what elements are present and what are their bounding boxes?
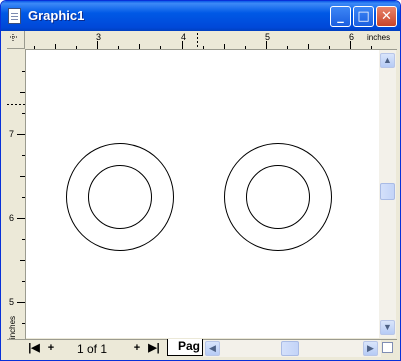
page-tab[interactable]: Pag [167, 339, 203, 356]
document-icon [8, 8, 21, 24]
first-page-button[interactable]: |◀ [27, 341, 41, 355]
scroll-left-button[interactable]: ◀ [205, 341, 220, 356]
ruler-left-tick: 7 [9, 129, 15, 139]
ruler-left-tick: 6 [9, 213, 15, 223]
drawing-canvas[interactable] [26, 50, 379, 338]
left-ring-shape[interactable] [66, 143, 174, 251]
window-title: Graphic1 [28, 8, 85, 23]
horizontal-scroll-thumb[interactable] [281, 341, 299, 356]
ruler-top-unit: inches [367, 33, 391, 42]
page-navigation-bar: |◀ + 1 of 1 + ▶| Pag ◀ ▶ [7, 339, 397, 357]
ruler-top-tick: 4 [181, 32, 187, 42]
ruler-top-tick: 3 [96, 32, 102, 42]
insert-page-after-button[interactable]: + [130, 341, 144, 355]
scroll-up-button[interactable]: ▲ [380, 53, 395, 68]
horizontal-ruler: 3 4 5 6 inches [7, 31, 397, 50]
vertical-scrollbar[interactable]: ▲ ▼ [379, 50, 396, 338]
size-grip-icon[interactable] [382, 342, 393, 353]
scroll-down-button[interactable]: ▼ [380, 320, 395, 335]
title-bar[interactable]: Graphic1 _ □ ✕ [1, 1, 400, 31]
right-ring-shape[interactable] [224, 143, 332, 251]
page-indicator: 1 of 1 [77, 342, 108, 356]
vertical-scroll-thumb[interactable] [380, 183, 395, 200]
window: Graphic1 _ □ ✕ 3 4 5 6 inches 7 6 5 inch… [0, 0, 401, 361]
ruler-top-tick: 6 [349, 32, 355, 42]
close-button[interactable]: ✕ [376, 6, 397, 27]
ruler-left-tick: 5 [9, 297, 15, 307]
ruler-origin-icon[interactable] [7, 31, 25, 49]
ruler-left-unit: inches [8, 315, 18, 340]
ruler-top-tick: 5 [265, 32, 271, 42]
horizontal-scrollbar[interactable]: ◀ ▶ [203, 340, 381, 357]
maximize-button[interactable]: □ [353, 6, 374, 27]
minimize-button[interactable]: _ [330, 6, 351, 27]
vertical-ruler: 7 6 5 inches [7, 49, 26, 339]
last-page-button[interactable]: ▶| [147, 341, 161, 355]
scroll-right-button[interactable]: ▶ [363, 341, 378, 356]
insert-page-before-button[interactable]: + [44, 341, 58, 355]
